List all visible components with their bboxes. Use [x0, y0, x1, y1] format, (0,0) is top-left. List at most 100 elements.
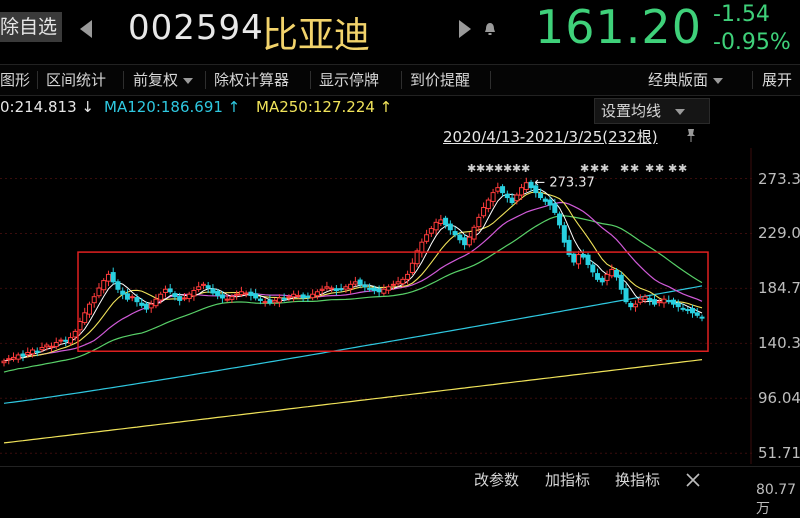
candle [115, 279, 121, 293]
set-ma-button[interactable]: 设置均线 [594, 98, 710, 124]
candle [528, 179, 534, 192]
candle [124, 288, 130, 302]
candle [552, 198, 558, 215]
event-marker: ✱ [494, 162, 503, 175]
candle [234, 290, 240, 300]
candle [210, 284, 216, 296]
candle [300, 292, 306, 302]
candle [324, 281, 330, 291]
next-stock-arrow-icon[interactable] [459, 20, 471, 38]
high-price-marker: ← 273.37 [534, 176, 595, 191]
candle [571, 251, 577, 266]
candle [557, 211, 563, 229]
candle [637, 294, 643, 305]
candle [143, 301, 149, 313]
ma250-line [3, 359, 703, 444]
bell-icon[interactable] [484, 22, 496, 36]
candle [386, 284, 392, 294]
event-marker: ✱ [655, 162, 664, 175]
price-axis-label: 273.37 [758, 169, 800, 188]
quote-header: 除自选 002594 比亚迪 161.20 -1.54 -0.95% [0, 0, 800, 64]
candle [101, 278, 107, 294]
candle [381, 284, 387, 296]
toolbar-exright-calculator[interactable]: 除权计算器 [214, 65, 289, 95]
event-marker: ✱ [580, 162, 589, 175]
candle [200, 281, 206, 290]
candle [433, 218, 439, 235]
event-marker: ✱ [521, 162, 530, 175]
candle [419, 238, 425, 258]
toolbar-classic-layout[interactable]: 经典版面 [648, 65, 724, 95]
event-marker: ✱ [620, 162, 629, 175]
chevron-down-icon [713, 77, 724, 84]
close-icon[interactable] [684, 471, 702, 489]
candle [167, 283, 173, 295]
candle [481, 202, 487, 219]
event-marker: ✱ [485, 162, 494, 175]
ma60-readout: 0:214.813 ↓ [0, 98, 94, 116]
candle [86, 301, 92, 318]
candle [661, 295, 667, 308]
candle [58, 337, 64, 345]
candle [196, 281, 202, 292]
price-axis-label: 96.04 [758, 389, 800, 408]
candle [618, 271, 624, 295]
pin-icon[interactable] [686, 128, 696, 142]
chevron-down-icon [675, 108, 686, 115]
candle [699, 314, 705, 322]
event-marker: ✱ [503, 162, 512, 175]
candle [15, 352, 21, 363]
candle [495, 182, 501, 194]
change-params-button[interactable]: 改参数 [474, 467, 519, 494]
toolbar-show-suspended[interactable]: 显示停牌 [319, 65, 379, 95]
candle [566, 235, 572, 258]
candle [428, 226, 434, 237]
candle [305, 292, 311, 302]
candle [348, 280, 354, 294]
add-indicator-button[interactable]: 加指标 [545, 467, 590, 494]
candle [447, 220, 453, 235]
candle [357, 277, 363, 289]
candle [462, 234, 468, 250]
candle [134, 293, 140, 307]
toolbar-range-stats[interactable]: 区间统计 [46, 65, 106, 95]
event-marker: ✱ [630, 162, 639, 175]
event-marker: ✱ [512, 162, 521, 175]
candle [580, 249, 586, 260]
candle [590, 261, 596, 277]
candle [1, 358, 7, 367]
candle [671, 297, 677, 308]
candle [262, 297, 268, 307]
toolbar-divider [401, 71, 402, 89]
event-marker: ✱ [590, 162, 599, 175]
ma120-line [3, 285, 703, 404]
toolbar-expand[interactable]: 展开 [762, 65, 792, 95]
candle [585, 252, 591, 269]
toolbar-forward-adjust[interactable]: 前复权 [133, 65, 194, 95]
price-axis-label: 51.71 [758, 444, 800, 463]
candle [362, 281, 368, 292]
prev-stock-arrow-icon[interactable] [80, 20, 92, 38]
event-marker: ✱ [678, 162, 687, 175]
toolbar-chart-type[interactable]: 图形 [0, 65, 30, 95]
candle [153, 294, 159, 309]
candle [272, 297, 278, 306]
candle [424, 229, 430, 244]
candle [333, 285, 339, 296]
switch-indicator-button[interactable]: 换指标 [615, 467, 660, 494]
candle [276, 294, 282, 308]
ma120-readout: MA120:186.691 ↑ [104, 98, 241, 116]
toolbar-price-alert[interactable]: 到价提醒 [410, 65, 470, 95]
date-range-label[interactable]: 2020/4/13-2021/3/25(232根) [443, 126, 658, 147]
candle [504, 190, 510, 203]
candle [395, 276, 401, 287]
price-axis-label: 184.71 [758, 279, 800, 298]
remove-watchlist-button[interactable]: 除自选 [0, 12, 62, 42]
candle [542, 196, 548, 206]
candle [409, 258, 415, 276]
candle [162, 285, 168, 298]
candle [148, 300, 154, 313]
candle [6, 354, 12, 365]
candlestick-chart[interactable]: ✱ ✱ ✱ ✱ ✱ ✱ ✱ ✱ ✱ ✱ ✱ ✱ ✱ ✱ ✱ ✱← 273.37 [0, 148, 752, 464]
candle [500, 184, 506, 197]
